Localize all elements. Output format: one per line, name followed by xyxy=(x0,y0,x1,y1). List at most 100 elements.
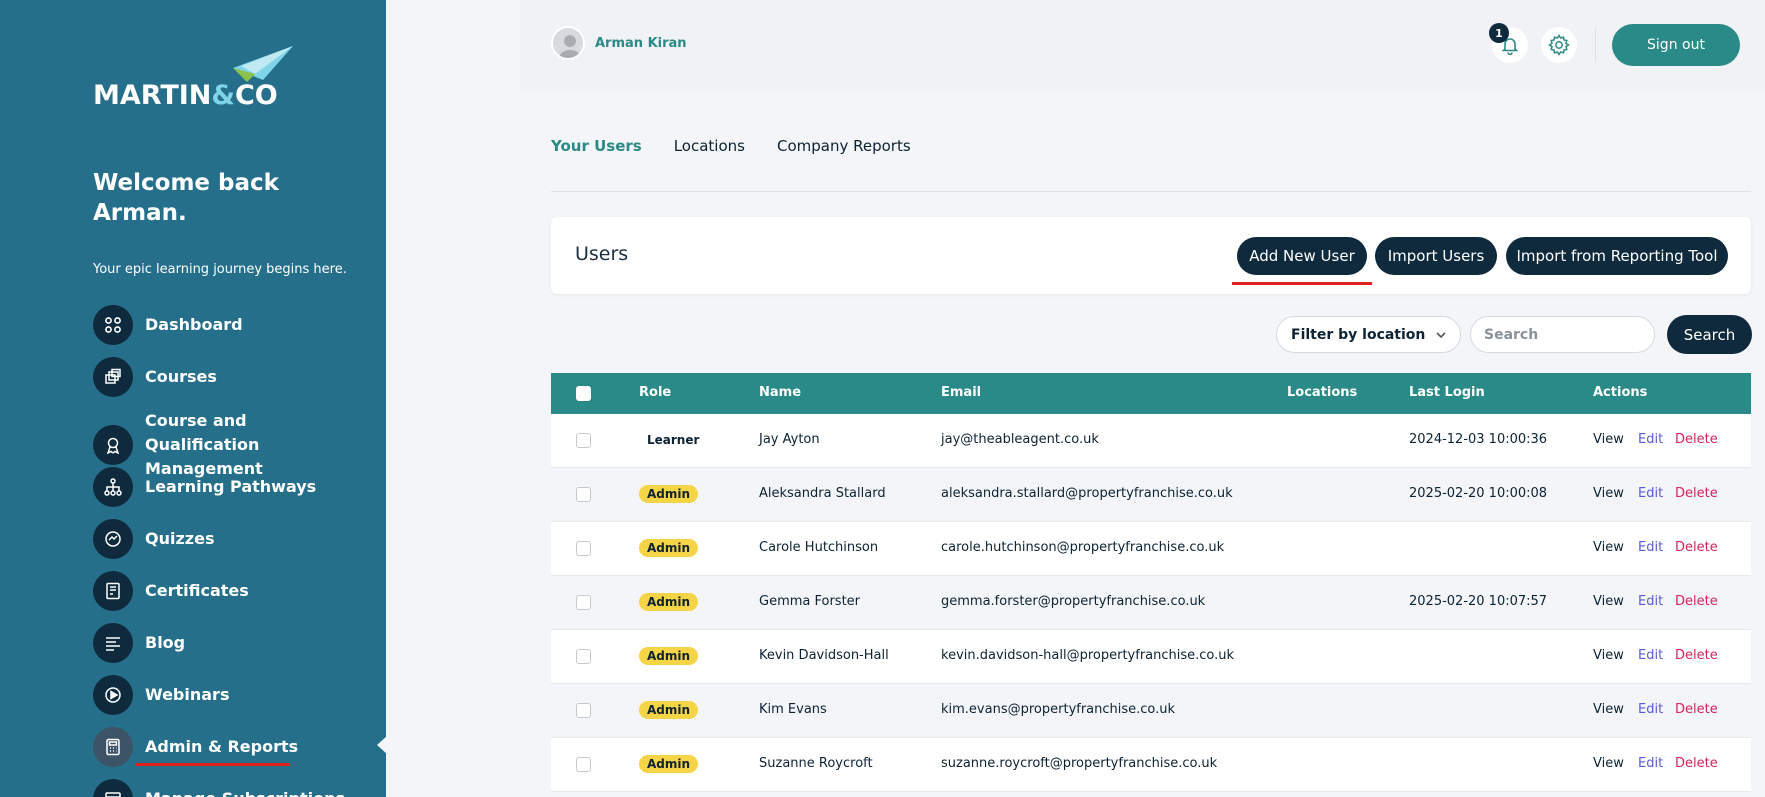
import-users-button[interactable]: Import Users xyxy=(1375,237,1497,275)
user-email-cell: kevin.davidson-hall@propertyfranchise.co… xyxy=(941,648,1235,663)
row-checkbox[interactable] xyxy=(576,649,591,664)
top-bar xyxy=(520,0,1765,92)
delete-link[interactable]: Delete xyxy=(1675,756,1718,771)
active-highlight-underline xyxy=(136,763,290,766)
row-checkbox[interactable] xyxy=(576,487,591,502)
tab-locations[interactable]: Locations xyxy=(674,137,745,155)
search-button[interactable]: Search xyxy=(1667,315,1752,354)
sidebar-item-certificates[interactable]: Certificates xyxy=(93,571,249,611)
paper-plane-logo-icon xyxy=(233,46,293,82)
table-row: Admin Kim Evans kim.evans@propertyfranch… xyxy=(551,684,1751,738)
sidebar-item-label: Certificates xyxy=(145,581,249,600)
row-checkbox[interactable] xyxy=(576,757,591,772)
column-header-email[interactable]: Email xyxy=(941,385,981,400)
sidebar-item-quizzes[interactable]: Quizzes xyxy=(93,519,214,559)
row-checkbox[interactable] xyxy=(576,541,591,556)
user-name-cell: Jay Ayton xyxy=(759,432,820,447)
chevron-down-icon xyxy=(1436,332,1446,339)
edit-link[interactable]: Edit xyxy=(1638,648,1663,663)
column-header-name[interactable]: Name xyxy=(759,385,801,400)
sidebar-item-label: Learning Pathways xyxy=(145,477,317,496)
role-badge: Admin xyxy=(639,755,699,773)
welcome-heading: Welcome back Arman. xyxy=(93,170,279,226)
sidebar-item-label: Admin & Reports xyxy=(145,737,299,756)
user-name-cell: Suzanne Roycroft xyxy=(759,756,873,771)
delete-link[interactable]: Delete xyxy=(1675,648,1718,663)
sidebar-item-admin-reports[interactable]: Admin & Reports xyxy=(93,727,298,767)
row-checkbox[interactable] xyxy=(576,703,591,718)
import-reporting-tool-button[interactable]: Import from Reporting Tool xyxy=(1506,237,1728,275)
delete-link[interactable]: Delete xyxy=(1675,432,1718,447)
certificate-icon xyxy=(93,571,133,611)
delete-link[interactable]: Delete xyxy=(1675,540,1718,555)
column-header-role[interactable]: Role xyxy=(639,385,671,400)
user-email-cell: jay@theableagent.co.uk xyxy=(941,432,1099,447)
column-header-last-login[interactable]: Last Login xyxy=(1409,385,1485,400)
user-name-cell: Aleksandra Stallard xyxy=(759,486,886,501)
sidebar-item-label: Quizzes xyxy=(145,529,215,548)
sign-out-button[interactable]: Sign out xyxy=(1612,24,1740,66)
view-link[interactable]: View xyxy=(1593,432,1624,447)
add-new-user-button[interactable]: Add New User xyxy=(1237,237,1367,275)
sidebar-item-webinars[interactable]: Webinars xyxy=(93,675,229,715)
role-badge: Admin xyxy=(639,485,699,503)
sidebar-item-courses[interactable]: Courses xyxy=(93,357,217,397)
sidebar-item-learning-pathways[interactable]: Learning Pathways xyxy=(93,467,316,507)
edit-link[interactable]: Edit xyxy=(1638,702,1663,717)
quiz-icon xyxy=(93,519,133,559)
avatar[interactable] xyxy=(551,26,585,60)
table-row: Admin Aleksandra Stallard aleksandra.sta… xyxy=(551,468,1751,522)
table-row: Admin Kevin Davidson-Hall kevin.davidson… xyxy=(551,630,1751,684)
brand-logo[interactable]: MARTIN&CO xyxy=(93,46,293,111)
logo-text: MARTIN&CO xyxy=(93,80,278,111)
column-header-actions: Actions xyxy=(1593,385,1648,400)
row-checkbox[interactable] xyxy=(576,433,591,448)
sidebar-item-blog[interactable]: Blog xyxy=(93,623,185,663)
sidebar-item-manage-subscriptions[interactable]: Manage Subscriptions xyxy=(93,779,345,797)
role-badge: Admin xyxy=(639,593,699,611)
sidebar-item-dashboard[interactable]: Dashboard xyxy=(93,305,243,345)
tab-company-reports[interactable]: Company Reports xyxy=(777,137,911,155)
add-user-highlight-underline xyxy=(1232,282,1372,285)
edit-link[interactable]: Edit xyxy=(1638,756,1663,771)
user-email-cell: suzanne.roycroft@propertyfranchise.co.uk xyxy=(941,756,1218,771)
sidebar-item-label: Courses xyxy=(145,367,217,386)
play-icon xyxy=(93,675,133,715)
view-link[interactable]: View xyxy=(1593,702,1624,717)
search-input[interactable] xyxy=(1470,316,1655,353)
view-link[interactable]: View xyxy=(1593,486,1624,501)
row-checkbox[interactable] xyxy=(576,595,591,610)
subscriptions-icon xyxy=(93,779,133,797)
select-all-checkbox[interactable] xyxy=(576,386,591,401)
user-email-cell: carole.hutchinson@propertyfranchise.co.u… xyxy=(941,540,1225,555)
view-link[interactable]: View xyxy=(1593,756,1624,771)
user-name-cell: Kim Evans xyxy=(759,702,827,717)
gear-icon xyxy=(1548,34,1570,56)
welcome-tagline: Your epic learning journey begins here. xyxy=(93,262,347,277)
edit-link[interactable]: Edit xyxy=(1638,594,1663,609)
calculator-icon xyxy=(93,727,133,767)
delete-link[interactable]: Delete xyxy=(1675,486,1718,501)
tab-your-users[interactable]: Your Users xyxy=(551,137,642,155)
delete-link[interactable]: Delete xyxy=(1675,594,1718,609)
section-tabs: Your Users Locations Company Reports xyxy=(551,137,911,155)
column-header-locations[interactable]: Locations xyxy=(1287,385,1357,400)
view-link[interactable]: View xyxy=(1593,648,1624,663)
view-link[interactable]: View xyxy=(1593,540,1624,555)
users-panel: Users Add New User Import Users Import f… xyxy=(551,217,1751,294)
table-header: Role Name Email Locations Last Login Act… xyxy=(551,373,1751,414)
award-icon xyxy=(93,425,133,465)
delete-link[interactable]: Delete xyxy=(1675,702,1718,717)
view-link[interactable]: View xyxy=(1593,594,1624,609)
settings-button[interactable] xyxy=(1541,27,1577,63)
edit-link[interactable]: Edit xyxy=(1638,486,1663,501)
sidebar-item-label: Blog xyxy=(145,633,186,652)
edit-link[interactable]: Edit xyxy=(1638,540,1663,555)
edit-link[interactable]: Edit xyxy=(1638,432,1663,447)
location-filter-select[interactable]: Filter by location xyxy=(1276,316,1461,353)
sidebar: MARTIN&CO Welcome back Arman. Your epic … xyxy=(0,0,386,797)
user-name-cell: Carole Hutchinson xyxy=(759,540,879,555)
active-caret-icon xyxy=(377,736,386,754)
last-login-cell: 2024-12-03 10:00:36 xyxy=(1409,432,1548,447)
user-name[interactable]: Arman Kiran xyxy=(595,36,687,51)
